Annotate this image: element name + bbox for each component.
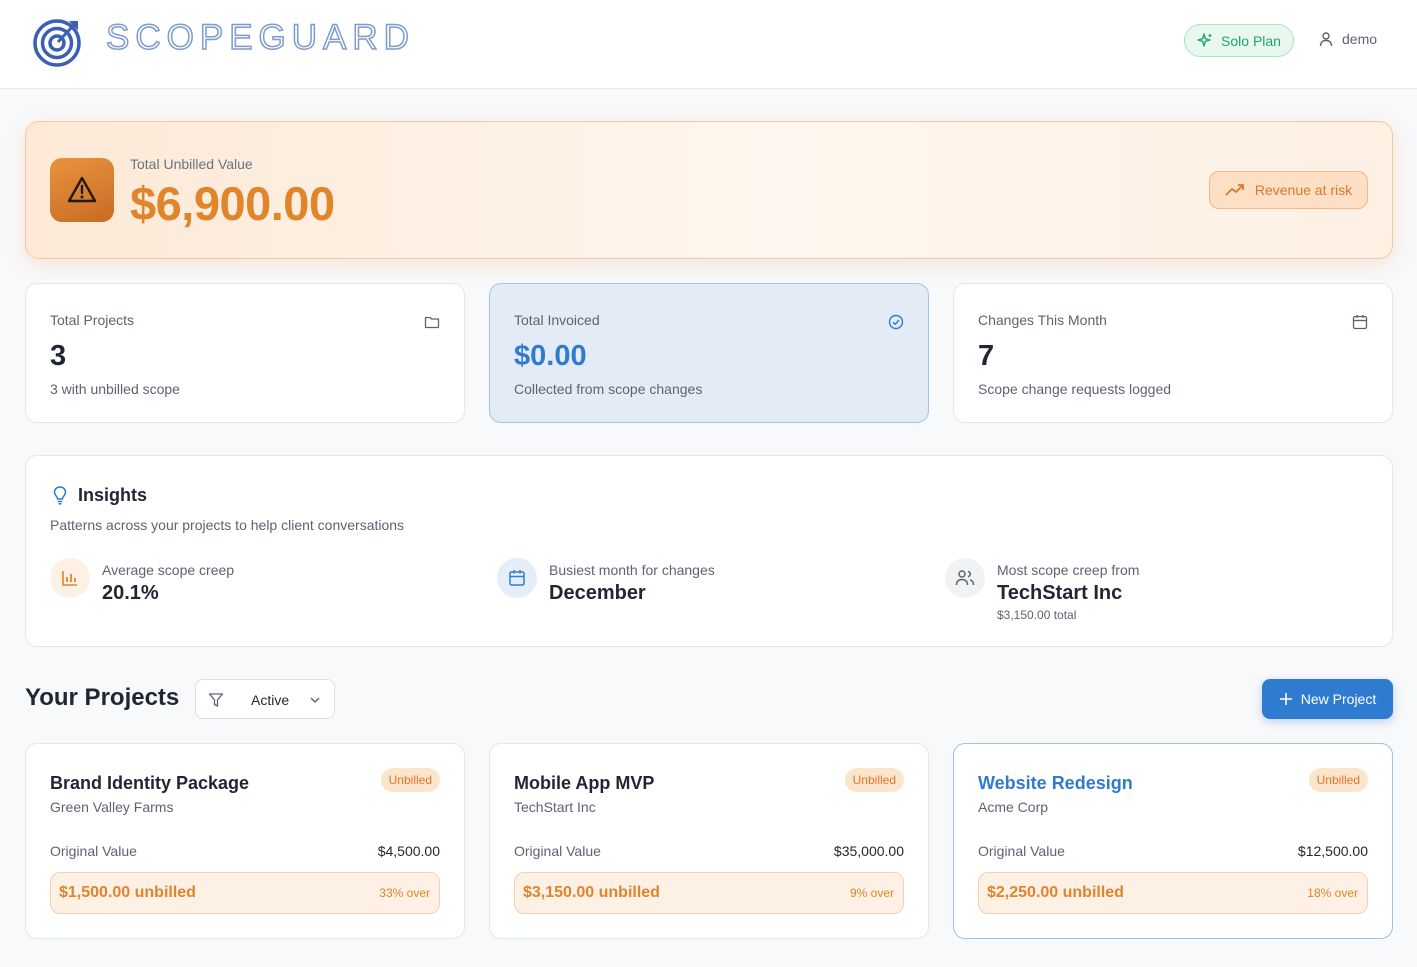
user-icon [1319, 32, 1333, 47]
project-card[interactable]: Website Redesign Acme Corp Unbilled Orig… [953, 743, 1393, 939]
insight-note: $3,150.00 total [997, 608, 1077, 622]
calendar-icon [1352, 315, 1368, 330]
top-header: SCOPEGUARD Solo Plan demo [0, 0, 1417, 89]
stat-label: Total Projects [50, 312, 135, 328]
check-circle-icon [888, 314, 904, 330]
new-project-label: New Project [1300, 691, 1377, 707]
warning-icon [50, 158, 114, 222]
insight-value: TechStart Inc [997, 582, 1123, 604]
over-percent: 33% over [379, 886, 430, 900]
users-icon [945, 558, 985, 598]
over-percent: 9% over [849, 886, 894, 900]
stat-card-changes-month[interactable]: Changes This Month 7 Scope change reques… [953, 283, 1393, 423]
insight-value: December [549, 582, 646, 604]
plus-icon [1279, 693, 1292, 705]
user-menu[interactable]: demo [1318, 31, 1377, 47]
insight-value: 20.1% [102, 582, 159, 604]
risk-label: Revenue at risk [1254, 182, 1353, 198]
insights-panel: Insights Patterns across your projects t… [25, 455, 1393, 647]
project-card[interactable]: Mobile App MVP TechStart Inc Unbilled Or… [489, 743, 929, 939]
stat-subtext: Scope change requests logged [978, 381, 1172, 397]
plan-label: Solo Plan [1221, 32, 1281, 49]
stat-card-total-projects[interactable]: Total Projects 3 3 with unbilled scope [25, 283, 465, 423]
status-badge: Unbilled [1308, 768, 1368, 792]
sparkle-icon [1197, 32, 1212, 47]
unbilled-summary: $3,150.00 unbilled 9% over [514, 872, 904, 914]
original-value: $12,500.00 [1297, 843, 1368, 859]
original-value-label: Original Value [978, 843, 1065, 859]
calendar-icon [497, 558, 537, 598]
stat-subtext: 3 with unbilled scope [50, 381, 180, 397]
filter-icon [208, 693, 224, 707]
plan-badge[interactable]: Solo Plan [1184, 24, 1294, 57]
insights-subtitle: Patterns across your projects to help cl… [50, 517, 405, 533]
filter-value: Active [251, 692, 290, 708]
stat-subtext: Collected from scope changes [514, 381, 703, 397]
insight-label: Average scope creep [102, 562, 235, 578]
bar-chart-icon [50, 558, 90, 598]
project-card[interactable]: Brand Identity Package Green Valley Farm… [25, 743, 465, 939]
insight-label: Busiest month for changes [549, 562, 715, 578]
username: demo [1342, 31, 1378, 47]
stat-value: $0.00 [514, 340, 587, 372]
revenue-risk-badge[interactable]: Revenue at risk [1209, 171, 1368, 209]
original-value-label: Original Value [50, 843, 137, 859]
status-badge: Unbilled [380, 768, 440, 792]
unbilled-amount: $1,500.00 unbilled [59, 884, 196, 901]
over-percent: 18% over [1307, 886, 1358, 900]
original-value: $4,500.00 [377, 843, 440, 859]
lightbulb-icon [53, 486, 67, 505]
insight-label: Most scope creep from [997, 562, 1140, 578]
unbilled-amount: $3,150.00 unbilled [523, 884, 660, 901]
target-logo-icon[interactable] [32, 17, 82, 67]
chevron-down-icon [310, 697, 320, 703]
unbilled-summary: $2,250.00 unbilled 18% over [978, 872, 1368, 914]
projects-heading: Your Projects [25, 684, 180, 711]
project-client: Acme Corp [978, 799, 1049, 815]
unbilled-value: $6,900.00 [130, 177, 335, 230]
original-value-label: Original Value [514, 843, 601, 859]
brand-name[interactable]: SCOPEGUARD [105, 17, 415, 58]
folder-icon [424, 316, 440, 329]
trending-up-icon [1225, 184, 1244, 196]
stat-card-total-invoiced[interactable]: Total Invoiced $0.00 Collected from scop… [489, 283, 929, 423]
status-filter-select[interactable]: Active [195, 679, 335, 719]
unbilled-summary: $1,500.00 unbilled 33% over [50, 872, 440, 914]
project-client: TechStart Inc [514, 799, 596, 815]
project-client: Green Valley Farms [50, 799, 174, 815]
unbilled-amount: $2,250.00 unbilled [987, 884, 1124, 901]
project-name[interactable]: Website Redesign [978, 773, 1133, 794]
project-name[interactable]: Mobile App MVP [514, 773, 654, 794]
stat-value: 3 [50, 340, 67, 372]
insights-title: Insights [78, 485, 148, 505]
original-value: $35,000.00 [833, 843, 904, 859]
project-name[interactable]: Brand Identity Package [50, 773, 249, 794]
stat-value: 7 [978, 340, 995, 372]
stat-label: Changes This Month [978, 312, 1107, 328]
status-badge: Unbilled [844, 768, 904, 792]
stat-label: Total Invoiced [514, 312, 600, 328]
unbilled-alert-card: Total Unbilled Value $6,900.00 Revenue a… [25, 121, 1393, 259]
new-project-button[interactable]: New Project [1262, 679, 1393, 719]
unbilled-label: Total Unbilled Value [130, 156, 253, 172]
